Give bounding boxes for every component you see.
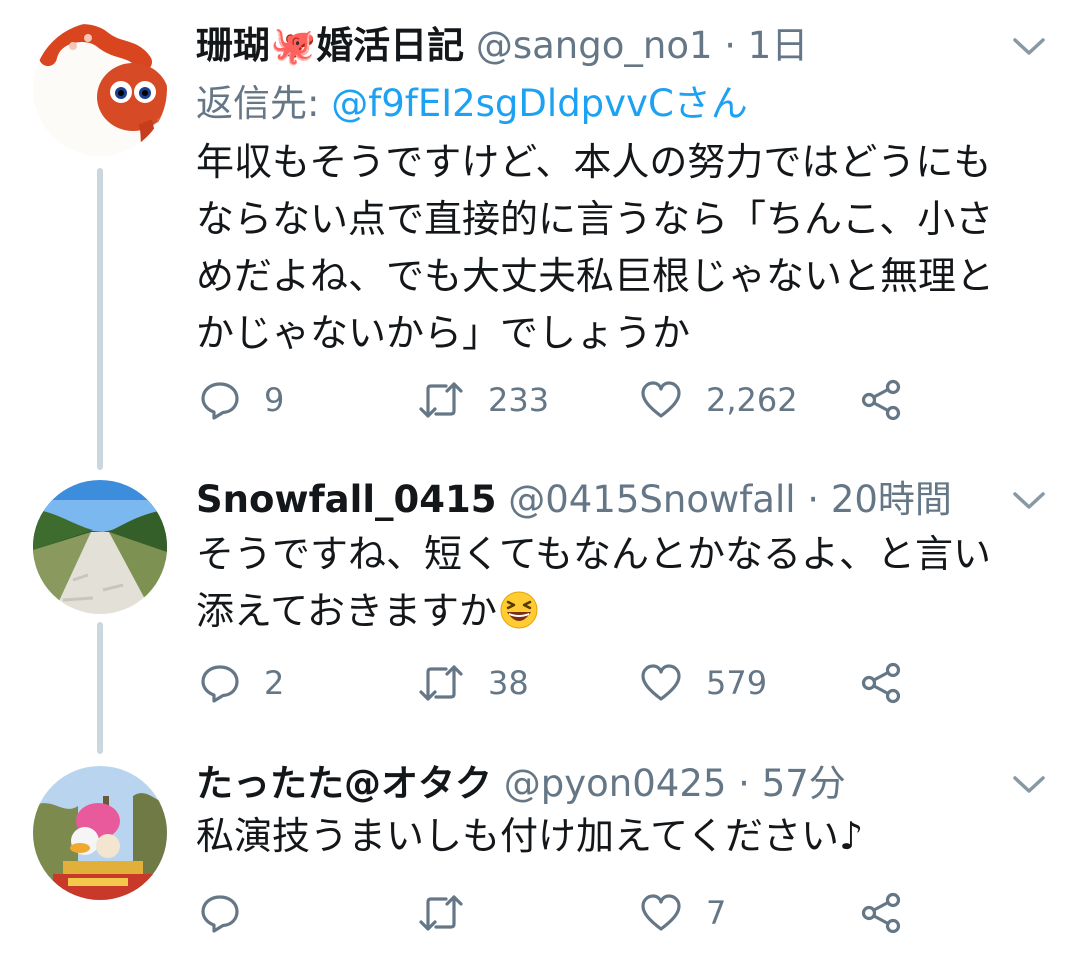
tweet-actions: 9 233 2,262 xyxy=(196,375,956,425)
display-name[interactable]: たったた@オタク xyxy=(196,762,492,805)
tweet-text-line: 年収もそうですけど、本人の努力ではどうにも xyxy=(196,140,992,184)
avatar[interactable] xyxy=(33,766,167,900)
share-button[interactable] xyxy=(860,375,902,425)
retweet-count: 38 xyxy=(488,664,529,702)
reply-count: 9 xyxy=(264,381,285,419)
tweet-text-line: 私演技うまいしも付け加えてください♪ xyxy=(196,814,864,858)
user-handle[interactable]: @pyon0425 xyxy=(504,762,727,805)
share-icon xyxy=(861,379,901,421)
chevron-down-icon[interactable] xyxy=(1012,36,1046,58)
avatar[interactable] xyxy=(33,22,167,156)
reply-count: 2 xyxy=(264,664,285,702)
reply-button[interactable] xyxy=(200,888,264,938)
separator-dot: · xyxy=(738,762,750,805)
tweet-actions: 7 xyxy=(196,888,956,938)
tweet-text: 年収もそうですけど、本人の努力ではどうにも ならない点で直接的に言うなら「ちんこ… xyxy=(196,134,1046,362)
like-count: 579 xyxy=(706,664,768,702)
tweet-text: 私演技うまいしも付け加えてください♪ xyxy=(196,808,1046,865)
retweet-button[interactable]: 233 xyxy=(418,375,549,425)
timestamp[interactable]: 1日 xyxy=(748,24,809,67)
like-button[interactable]: 579 xyxy=(640,658,767,708)
reply-icon xyxy=(201,895,239,933)
tweet-text-line: 添えておきますか xyxy=(196,583,1046,640)
chevron-down-icon[interactable] xyxy=(1012,490,1046,512)
tweet[interactable]: 珊瑚🐙婚活日記 @sango_no1 · 1日 返信先: @f9fEI2sgDl… xyxy=(0,0,1075,450)
retweet-button[interactable]: 38 xyxy=(418,658,529,708)
chevron-down-icon[interactable] xyxy=(1012,774,1046,796)
tweet-text-line: ならない点で直接的に言うなら「ちんこ、小さ xyxy=(196,197,994,241)
tweet-text-line: そうですね、短くてもなんとかなるよ、と言い xyxy=(196,532,991,576)
tweet-header: Snowfall_0415 @0415Snowfall · 20時間 xyxy=(196,476,952,524)
retweet-icon xyxy=(419,895,463,931)
retweet-count: 233 xyxy=(488,381,550,419)
reply-to-mention[interactable]: @f9fEI2sgDldpvvCさん xyxy=(331,82,748,125)
display-name[interactable]: Snowfall_0415 xyxy=(196,478,497,521)
tweet-actions: 2 38 579 xyxy=(196,658,956,708)
road-photo-avatar-icon xyxy=(33,480,167,614)
like-button[interactable]: 7 xyxy=(640,888,726,938)
like-icon xyxy=(641,894,681,931)
reply-to: 返信先: @f9fEI2sgDldpvvCさん xyxy=(196,80,748,128)
like-count: 7 xyxy=(706,894,727,932)
like-icon xyxy=(641,381,681,418)
thread-line xyxy=(97,622,103,754)
parade-photo-avatar-icon xyxy=(33,766,167,900)
tweet-text-line: かじゃないから」でしょうか xyxy=(196,311,691,355)
like-button[interactable]: 2,262 xyxy=(640,375,798,425)
reply-icon xyxy=(201,382,239,420)
tweet-text-line: めだよね、でも大丈夫私巨根じゃないと無理と xyxy=(196,254,995,298)
tweet-text: そうですね、短くてもなんとかなるよ、と言い 添えておきますか xyxy=(196,526,1046,640)
retweet-icon xyxy=(419,665,463,701)
like-count: 2,262 xyxy=(706,381,798,419)
separator-dot: · xyxy=(807,478,820,521)
user-handle[interactable]: @0415Snowfall xyxy=(508,478,795,521)
timestamp[interactable]: 57分 xyxy=(762,762,846,805)
share-icon xyxy=(861,892,901,934)
tweet-header: 珊瑚🐙婚活日記 @sango_no1 · 1日 xyxy=(196,22,808,70)
retweet-button[interactable] xyxy=(418,888,488,938)
like-icon xyxy=(641,664,681,701)
octopus-avatar-icon xyxy=(33,22,167,156)
reply-icon xyxy=(201,665,239,703)
separator-dot: · xyxy=(724,24,737,67)
tweet-header: たったた@オタク @pyon0425 · 57分 xyxy=(196,760,846,808)
display-name[interactable]: 珊瑚🐙婚活日記 xyxy=(196,24,464,67)
timestamp[interactable]: 20時間 xyxy=(831,478,952,521)
reply-to-label: 返信先: xyxy=(196,82,332,125)
tweet-text-fragment: 添えておきますか xyxy=(196,589,497,633)
laughing-emoji-icon xyxy=(500,591,538,629)
reply-button[interactable]: 9 xyxy=(200,375,284,425)
share-button[interactable] xyxy=(860,658,902,708)
share-icon xyxy=(861,662,901,704)
avatar[interactable] xyxy=(33,480,167,614)
reply-button[interactable]: 2 xyxy=(200,658,284,708)
user-handle[interactable]: @sango_no1 xyxy=(476,24,713,67)
retweet-icon xyxy=(419,382,463,418)
share-button[interactable] xyxy=(860,888,902,938)
